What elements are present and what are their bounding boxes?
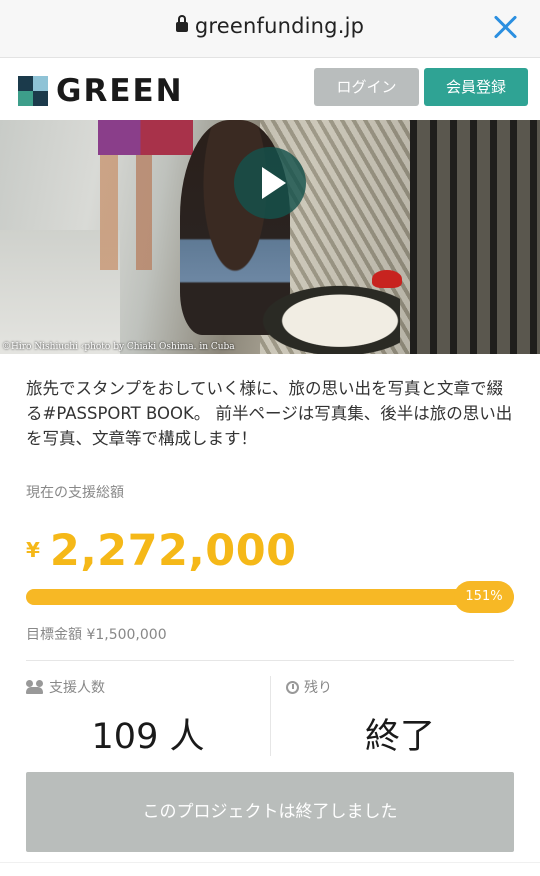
raised-amount-value: 2,272,000 [49,526,297,576]
project-description: 旅先でスタンプをおしていく様に、旅の思い出を写真と文章で綴る#PASSPORT … [26,379,513,448]
register-button[interactable]: 会員登録 [424,68,528,106]
project-hero-video[interactable]: ©Hiro Nishiuchi ‹photo by Chiaki Oshima.… [0,120,540,354]
site-header: GREEN ログイン 会員登録 [0,58,540,120]
progress-fill [26,589,514,605]
remaining-stat: 残り 終了 [286,676,514,758]
people-icon [26,680,44,694]
project-ended-button[interactable]: このプロジェクトは終了しました [26,772,514,852]
supporters-stat: 支援人数 109 人 [26,676,270,758]
supporters-label: 支援人数 [49,680,105,696]
bottom-strip [0,862,540,876]
remaining-label: 残り [304,680,332,696]
green-logo[interactable]: GREEN [18,73,184,109]
stat-divider [270,676,271,756]
logo-text: GREEN [56,73,184,109]
raised-label: 現在の支援総額 [26,485,124,501]
progress-percent-badge: 151% [454,581,514,613]
logo-mark-icon [18,76,48,106]
remaining-value: 終了 [364,717,435,757]
lock-icon [175,15,188,32]
close-icon[interactable] [492,14,518,40]
raised-amount: ¥2,272,000 [26,526,297,576]
funding-progress-bar: 151% [26,581,514,613]
url-domain[interactable]: greenfunding.jp [0,14,540,38]
browser-url-bar: greenfunding.jp [0,0,540,58]
photo-credit: ©Hiro Nishiuchi ‹photo by Chiaki Oshima.… [2,342,235,352]
goal-amount: 目標金額 ¥1,500,000 [26,627,167,643]
clock-icon [286,680,299,694]
login-button[interactable]: ログイン [314,68,419,106]
supporters-value: 109 人 [91,717,205,757]
play-icon[interactable] [234,147,306,219]
currency-symbol: ¥ [26,538,40,562]
domain-text: greenfunding.jp [194,14,365,38]
divider [26,660,514,661]
